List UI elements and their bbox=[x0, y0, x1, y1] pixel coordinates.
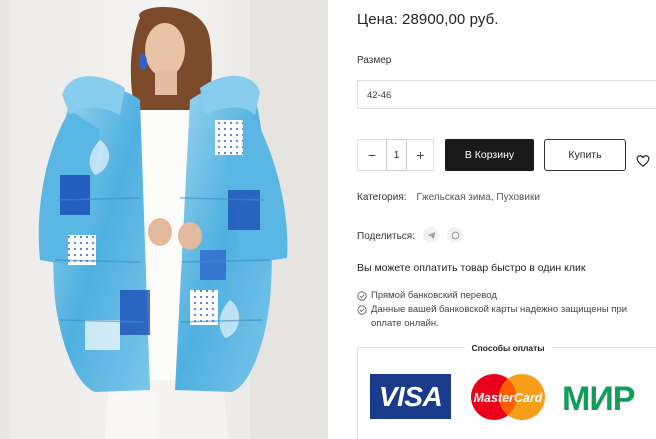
visa-logo-text: VISA bbox=[378, 380, 443, 412]
feature-item: Данные вашей банковской карты надежно за… bbox=[357, 303, 656, 331]
qty-input[interactable]: 1 bbox=[386, 139, 407, 171]
buy-button[interactable]: Купить bbox=[544, 139, 626, 171]
heart-icon[interactable] bbox=[636, 154, 650, 168]
product-photo[interactable] bbox=[0, 0, 328, 439]
category-row: Категория: Гжельская зима, Пуховики bbox=[357, 192, 540, 203]
visa-logo: VISA bbox=[370, 374, 451, 419]
mastercard-logo: MasterCard bbox=[471, 374, 545, 420]
quick-pay-text: Вы можете оплатить товар быстро в один к… bbox=[357, 262, 586, 274]
share-label: Поделиться: bbox=[357, 231, 415, 242]
size-label: Размер bbox=[357, 55, 392, 66]
whatsapp-icon[interactable] bbox=[447, 227, 463, 243]
feature-text: Прямой банковский перевод bbox=[371, 290, 497, 301]
size-select[interactable]: 42-46 bbox=[357, 80, 656, 109]
feature-text: Данные вашей банковской карты надежно за… bbox=[371, 304, 628, 329]
product-image bbox=[0, 0, 328, 439]
add-to-cart-button[interactable]: В Корзину bbox=[445, 139, 534, 171]
category-value[interactable]: Гжельская зима, Пуховики bbox=[417, 192, 540, 203]
feature-item: Прямой банковский перевод bbox=[357, 289, 656, 303]
check-circle-icon bbox=[357, 305, 367, 315]
payment-methods-title-text: Способы оплаты bbox=[465, 343, 551, 353]
quantity-stepper: − 1 + bbox=[357, 139, 434, 171]
payment-methods-title: Способы оплаты bbox=[358, 343, 656, 353]
qty-increase-button[interactable]: + bbox=[407, 140, 434, 170]
telegram-icon[interactable] bbox=[423, 227, 439, 243]
product-price: Цена: 28900,00 руб. bbox=[357, 11, 499, 28]
check-circle-icon bbox=[357, 291, 367, 301]
category-label: Категория: bbox=[357, 192, 407, 203]
mastercard-logo-text: MasterCard bbox=[474, 391, 543, 405]
size-selected-value: 42-46 bbox=[367, 90, 392, 101]
mir-logo-text: МИР bbox=[562, 380, 635, 418]
mir-logo: МИР bbox=[562, 380, 635, 419]
qty-decrease-button[interactable]: − bbox=[358, 140, 386, 170]
